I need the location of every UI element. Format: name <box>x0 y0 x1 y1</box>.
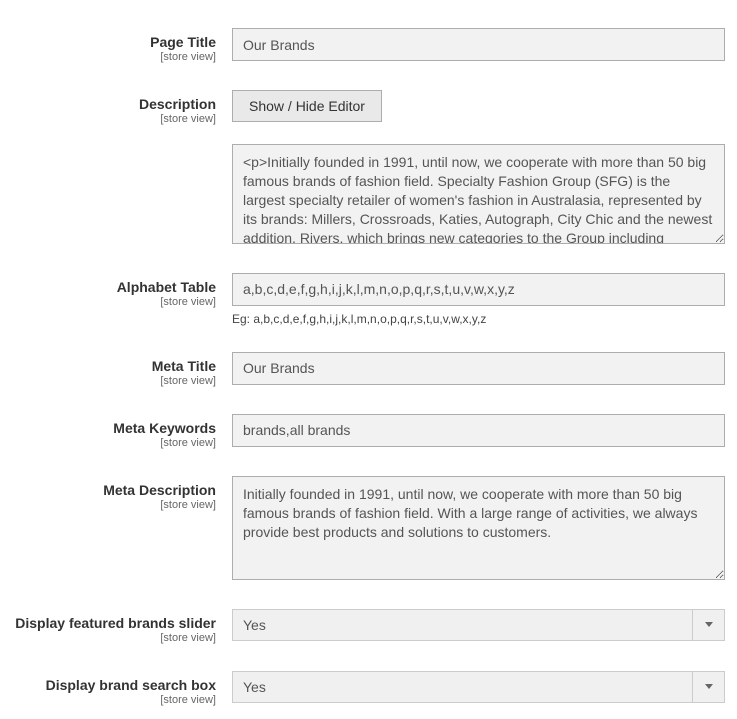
label-meta-title: Meta Title <box>12 358 216 375</box>
scope-label: [store view] <box>12 632 216 645</box>
scope-label: [store view] <box>12 694 216 707</box>
field-meta-title: Meta Title [store view] <box>12 352 725 388</box>
label-col: Display brand search box [store view] <box>12 671 232 707</box>
input-meta-keywords[interactable] <box>232 414 725 447</box>
label-alphabet-table: Alphabet Table <box>12 279 216 296</box>
label-col: Alphabet Table [store view] <box>12 273 232 309</box>
scope-label: [store view] <box>12 51 216 64</box>
textarea-meta-description[interactable]: Initially founded in 1991, until now, we… <box>232 476 725 580</box>
field-alphabet-table: Alphabet Table [store view] Eg: a,b,c,d,… <box>12 273 725 326</box>
label-col: Page Title [store view] <box>12 28 232 64</box>
label-col: Meta Keywords [store view] <box>12 414 232 450</box>
field-page-title: Page Title [store view] <box>12 28 725 64</box>
field-display-search-box: Display brand search box [store view] Ye… <box>12 671 725 707</box>
field-description-header: Description [store view] Show / Hide Edi… <box>12 90 725 126</box>
label-col: Description [store view] <box>12 90 232 126</box>
input-alphabet-table[interactable] <box>232 273 725 306</box>
field-description-body: <p>Initially founded in 1991, until now,… <box>12 144 725 247</box>
label-col: Meta Title [store view] <box>12 352 232 388</box>
scope-label: [store view] <box>12 499 216 512</box>
label-col: Display featured brands slider [store vi… <box>12 609 232 645</box>
field-display-featured-slider: Display featured brands slider [store vi… <box>12 609 725 645</box>
toggle-editor-button[interactable]: Show / Hide Editor <box>232 90 382 122</box>
label-meta-description: Meta Description <box>12 482 216 499</box>
label-page-title: Page Title <box>12 34 216 51</box>
scope-label: [store view] <box>12 437 216 450</box>
input-page-title[interactable] <box>232 28 725 61</box>
scope-label: [store view] <box>12 296 216 309</box>
textarea-description[interactable]: <p>Initially founded in 1991, until now,… <box>232 144 725 244</box>
label-col: Meta Description [store view] <box>12 476 232 512</box>
label-meta-keywords: Meta Keywords <box>12 420 216 437</box>
select-value: Yes <box>243 679 266 695</box>
select-display-search-box[interactable]: Yes <box>232 671 725 703</box>
label-display-search-box: Display brand search box <box>12 677 216 694</box>
field-meta-description: Meta Description [store view] Initially … <box>12 476 725 583</box>
input-meta-title[interactable] <box>232 352 725 385</box>
field-meta-keywords: Meta Keywords [store view] <box>12 414 725 450</box>
scope-label: [store view] <box>12 375 216 388</box>
select-display-featured-slider[interactable]: Yes <box>232 609 725 641</box>
label-description: Description <box>12 96 216 113</box>
select-value: Yes <box>243 617 266 633</box>
label-display-featured-slider: Display featured brands slider <box>12 615 216 632</box>
hint-alphabet-table: Eg: a,b,c,d,e,f,g,h,i,j,k,l,m,n,o,p,q,r,… <box>232 312 725 326</box>
scope-label: [store view] <box>12 113 216 126</box>
